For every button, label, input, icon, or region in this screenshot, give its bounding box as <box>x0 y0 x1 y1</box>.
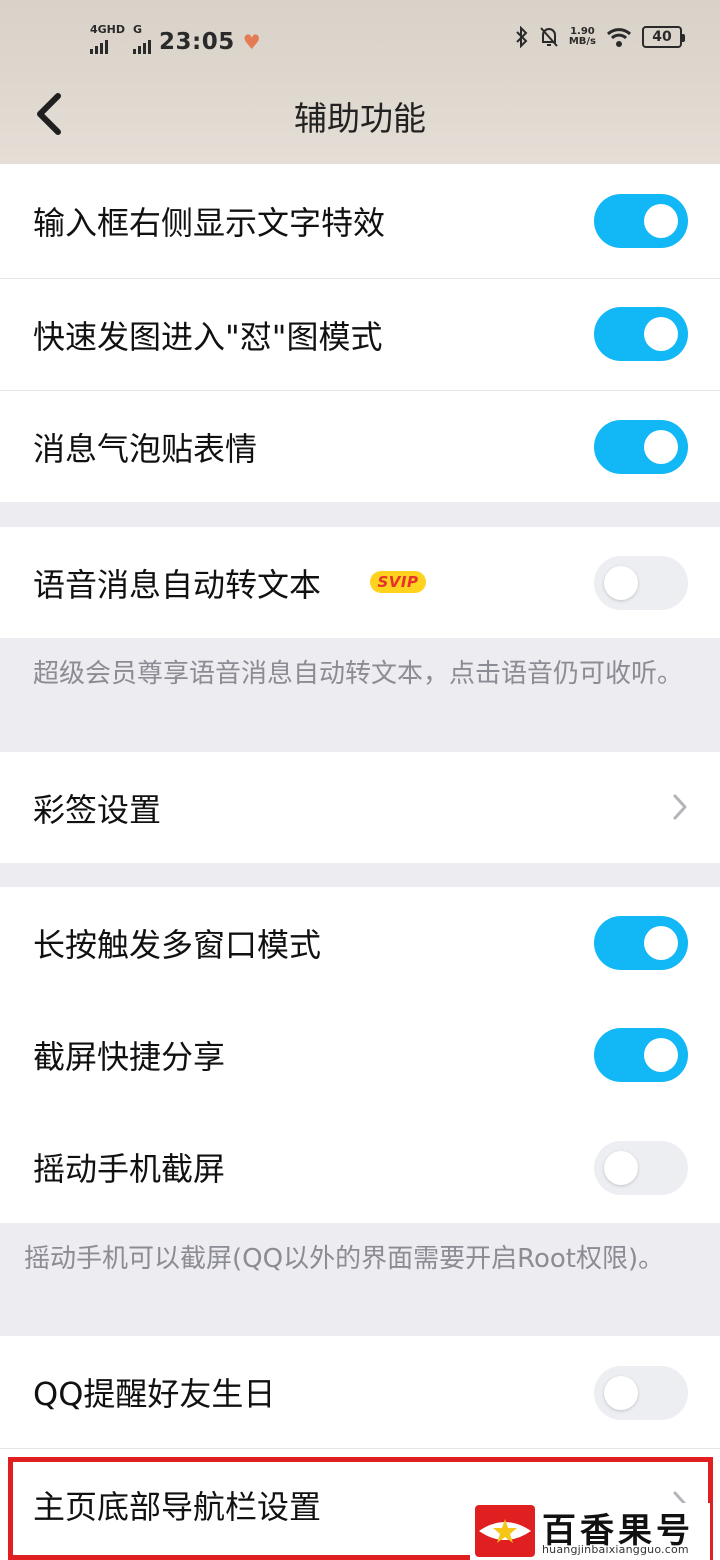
setting-quick-image[interactable]: 快速发图进入"怼"图模式 <box>0 279 720 390</box>
header: 4GHD G 23:05 ♥ 1.90 MB/s 40 辅助功能 <box>0 0 720 164</box>
shake-screenshot-toggle[interactable] <box>594 1141 688 1195</box>
watermark: 百香果号 huangjinbaixiangguo.com <box>470 1503 710 1560</box>
setting-voice-to-text[interactable]: 语音消息自动转文本 SVIP <box>0 527 720 638</box>
setting-birthday-reminder[interactable]: QQ提醒好友生日 <box>0 1336 720 1448</box>
birthday-reminder-toggle[interactable] <box>594 1366 688 1420</box>
setting-screenshot-share[interactable]: 截屏快捷分享 <box>0 999 720 1111</box>
screenshot-share-toggle[interactable] <box>594 1028 688 1082</box>
setting-label: 快速发图进入"怼"图模式 <box>33 317 383 356</box>
text-effect-toggle[interactable] <box>594 194 688 248</box>
svip-badge: SVIP <box>370 571 426 593</box>
setting-multi-window[interactable]: 长按触发多窗口模式 <box>0 887 720 999</box>
setting-label: 语音消息自动转文本 <box>33 565 322 604</box>
network-speed: 1.90 MB/s <box>568 26 596 47</box>
voice-to-text-toggle[interactable] <box>594 556 688 610</box>
bell-muted-icon <box>540 27 558 47</box>
clock: 23:05 <box>159 29 235 55</box>
setting-label: 主页底部导航栏设置 <box>33 1487 322 1526</box>
network-type-label: 4GHD <box>90 23 126 36</box>
setting-label: 输入框右侧显示文字特效 <box>33 204 386 242</box>
wifi-icon <box>606 28 632 47</box>
setting-label: 摇动手机截屏 <box>33 1150 226 1188</box>
setting-shake-screenshot[interactable]: 摇动手机截屏 <box>0 1111 720 1223</box>
setting-label: 彩签设置 <box>33 790 162 829</box>
watermark-url: huangjinbaixiangguo.com <box>542 1543 689 1556</box>
setting-label: QQ提醒好友生日 <box>33 1375 276 1413</box>
setting-bubble-sticker[interactable]: 消息气泡贴表情 <box>0 391 720 502</box>
shake-screenshot-note: 摇动手机可以截屏(QQ以外的界面需要开启Root权限)。 <box>24 1244 665 1274</box>
setting-label: 消息气泡贴表情 <box>33 429 258 468</box>
bubble-sticker-toggle[interactable] <box>594 420 688 474</box>
multi-window-toggle[interactable] <box>594 916 688 970</box>
signal-bars-icon-2 <box>133 38 152 54</box>
chevron-right-icon <box>673 794 687 820</box>
heart-icon: ♥ <box>242 30 261 54</box>
bluetooth-icon <box>516 26 528 48</box>
setting-label: 长按触发多窗口模式 <box>33 926 322 964</box>
setting-text-effect[interactable]: 输入框右侧显示文字特效 <box>0 164 720 278</box>
page-title: 辅助功能 <box>294 99 426 138</box>
voice-to-text-note: 超级会员尊享语音消息自动转文本，点击语音仍可收听。 <box>33 659 684 689</box>
setting-color-tag[interactable]: 彩签设置 <box>0 752 720 863</box>
signal-bars-icon <box>90 38 108 54</box>
status-bar: 4GHD G 23:05 ♥ 1.90 MB/s 40 <box>0 22 720 58</box>
battery-icon: 40 <box>642 26 685 48</box>
quick-image-toggle[interactable] <box>594 307 688 361</box>
watermark-logo-icon <box>475 1505 535 1557</box>
network-type-label-2: G <box>133 23 143 36</box>
setting-label: 截屏快捷分享 <box>33 1038 226 1076</box>
